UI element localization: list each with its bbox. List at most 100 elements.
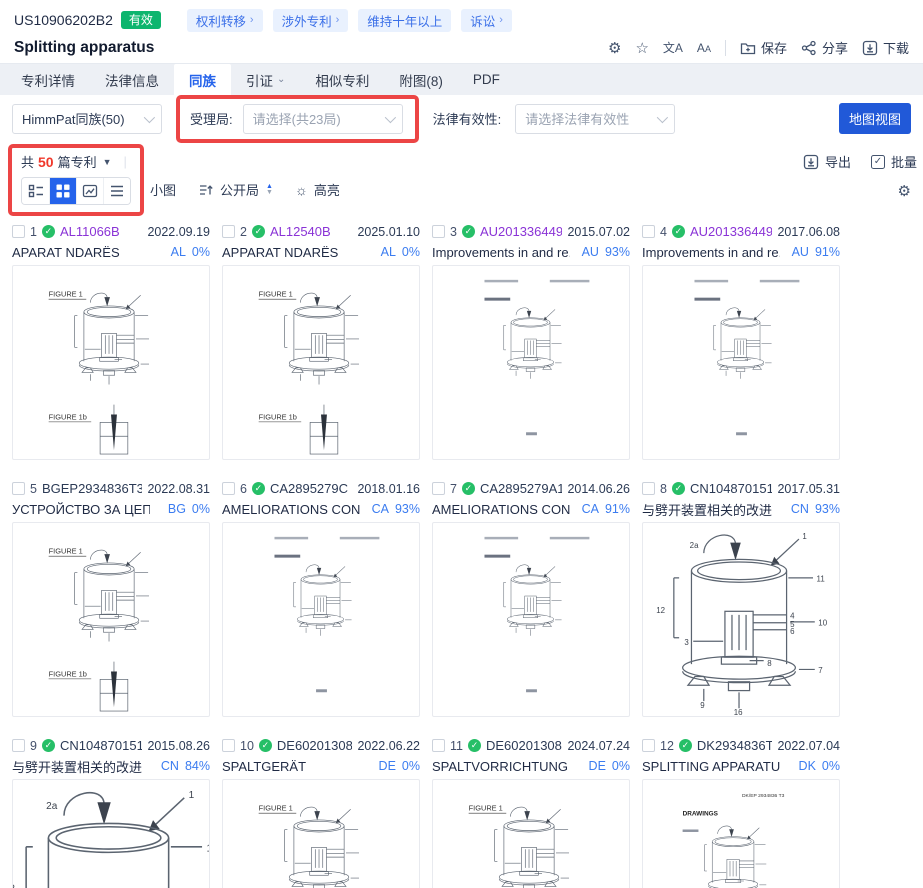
tab-同族[interactable]: 同族 [174,64,231,95]
patent-drawing-thumbnail[interactable] [12,779,210,888]
patent-id-link[interactable]: BGEP2934836T3 [42,481,142,496]
check-icon: ✓ [873,156,883,167]
patent-drawing-thumbnail[interactable] [12,522,210,717]
patent-id-link[interactable]: AL12540B [270,224,331,239]
patent-id-link[interactable]: CA2895279C [270,481,348,496]
legal-select[interactable]: 请选择法律有效性 [515,103,676,134]
card-score: AL 0% [381,245,420,259]
patent-family-page: US10906202B2 有效 权利转移 › 涉外专利 › 维持十年以上 诉讼 … [0,0,923,888]
view-checklist-button[interactable] [22,178,49,204]
card-date: 2017.05.31 [777,481,840,496]
card-country: BG [167,502,186,516]
patent-drawing-thumbnail[interactable] [642,265,840,460]
card-checkbox[interactable] [12,225,25,238]
card-score: BG 0% [168,502,210,516]
small-image-toggle[interactable]: 小图 [150,180,176,199]
batch-toggle[interactable]: ✓ 批量 [870,152,917,171]
card-percent: 0% [401,759,420,773]
patent-id-link[interactable]: AL11066B [60,224,120,239]
card-index: 5 [30,481,37,496]
view-grid-button[interactable] [49,178,76,204]
translate-icon[interactable]: 文A [663,39,683,56]
patent-drawing-thumbnail[interactable] [222,779,420,888]
card-checkbox[interactable] [222,482,235,495]
card-checkbox[interactable] [222,225,235,238]
card-country: CN [160,759,179,773]
result-count[interactable]: 共 50 篇专利 ▼ | [21,152,131,171]
sort-direction-arrows[interactable]: ▲ ▼ [266,183,273,196]
card-date: 2022.06.22 [357,738,420,753]
card-title: 与劈开装置相关的改进 [642,502,773,518]
sort-by-office[interactable]: 公开局 ▲ ▼ [198,180,273,199]
save-button[interactable]: 保存 [740,38,787,57]
view-list-button[interactable] [103,178,130,204]
star-icon[interactable]: ☆ [635,39,648,57]
tag-label: 权利转移 [195,14,246,29]
card-checkbox[interactable] [12,482,25,495]
header-tag[interactable]: 权利转移 › [186,8,263,32]
view-image-button[interactable] [76,178,103,204]
patent-drawing-thumbnail[interactable] [432,265,630,460]
patent-id-link[interactable]: CN104870151B [690,481,772,496]
granted-check-icon: ✓ [41,739,55,752]
family-select[interactable]: HimmPat同族(50) [12,103,162,134]
patent-id-link[interactable]: AU2013364498B2 [690,224,772,239]
settings-gear-icon[interactable]: ⚙ [898,182,911,200]
tab-相似专利[interactable]: 相似专利 [300,64,384,95]
patent-id-link[interactable]: CA2895279A1 [480,481,562,496]
patent-drawing-thumbnail[interactable] [642,779,840,888]
tab-引证[interactable]: 引证 ⌄ [231,64,300,95]
patent-drawing-thumbnail[interactable] [12,265,210,460]
tab-label: 法律信息 [105,73,159,89]
card-country: DE [588,759,606,773]
office-select[interactable]: 请选择(共23局) [242,103,403,134]
small-image-label: 小图 [150,183,177,198]
list-toolbar: 共 50 篇专利 ▼ | 小图 公开局 ▲ ▼ ☼ 高亮 导出 ✓ 批量 ⚙ [0,144,923,216]
tab-专利详情[interactable]: 专利详情 [6,64,90,95]
card-index: 10 [240,738,254,753]
header-tag[interactable]: 诉讼 › [461,8,512,32]
batch-checkbox[interactable]: ✓ [870,154,885,169]
patent-id-link[interactable]: CN104870151A [60,738,142,753]
card-checkbox[interactable] [432,482,445,495]
tab-附图(8)[interactable]: 附图(8) [384,64,458,95]
card-checkbox[interactable] [642,482,655,495]
patent-drawing-thumbnail[interactable] [432,779,630,888]
card-date: 2015.08.26 [147,738,210,753]
header-tag[interactable]: 涉外专利 › [272,8,349,32]
card-checkbox[interactable] [642,739,655,752]
font-size-icon[interactable]: AA [697,41,711,55]
granted-check-icon: ✓ [461,225,475,238]
card-checkbox[interactable] [432,225,445,238]
patent-id-link[interactable]: DK2934836T3 [697,738,773,753]
granted-check-icon: ✓ [671,482,685,495]
patent-drawing-thumbnail[interactable] [222,265,420,460]
granted-check-icon: ✓ [678,739,692,752]
download-button[interactable]: 下载 [862,38,909,57]
card-checkbox[interactable] [222,739,235,752]
export-icon [803,154,819,169]
patent-id-link[interactable]: DE6020130859... [486,738,562,753]
patent-drawing-thumbnail[interactable] [222,522,420,717]
office-filter-label: 受理局: [190,112,233,127]
legal-select-placeholder: 请选择法律有效性 [525,112,630,127]
card-checkbox[interactable] [12,739,25,752]
patent-card: 2 ✓ AL12540B 2025.01.10 APPARAT NDARËS A… [222,222,420,460]
patent-id-link[interactable]: AU2013364498A1 [480,224,562,239]
map-view-button[interactable]: 地图视图 [838,103,911,134]
card-checkbox[interactable] [642,225,655,238]
header-tag[interactable]: 维持十年以上 [358,8,452,32]
gear-icon[interactable]: ⚙ [608,39,621,57]
patent-id-link[interactable]: DE6020130819... [277,738,353,753]
tab-PDF[interactable]: PDF [458,64,515,95]
highlight-toggle[interactable]: ☼ 高亮 [295,180,340,199]
export-button[interactable]: 导出 [803,152,851,171]
patent-drawing [643,266,839,459]
patent-drawing-thumbnail[interactable] [642,522,840,717]
share-button[interactable]: 分享 [801,38,848,57]
patent-drawing-thumbnail[interactable] [432,522,630,717]
count-suffix: 篇专利 [57,155,97,170]
tab-法律信息[interactable]: 法律信息 [90,64,174,95]
tag-label: 诉讼 [470,14,496,29]
card-checkbox[interactable] [432,739,445,752]
